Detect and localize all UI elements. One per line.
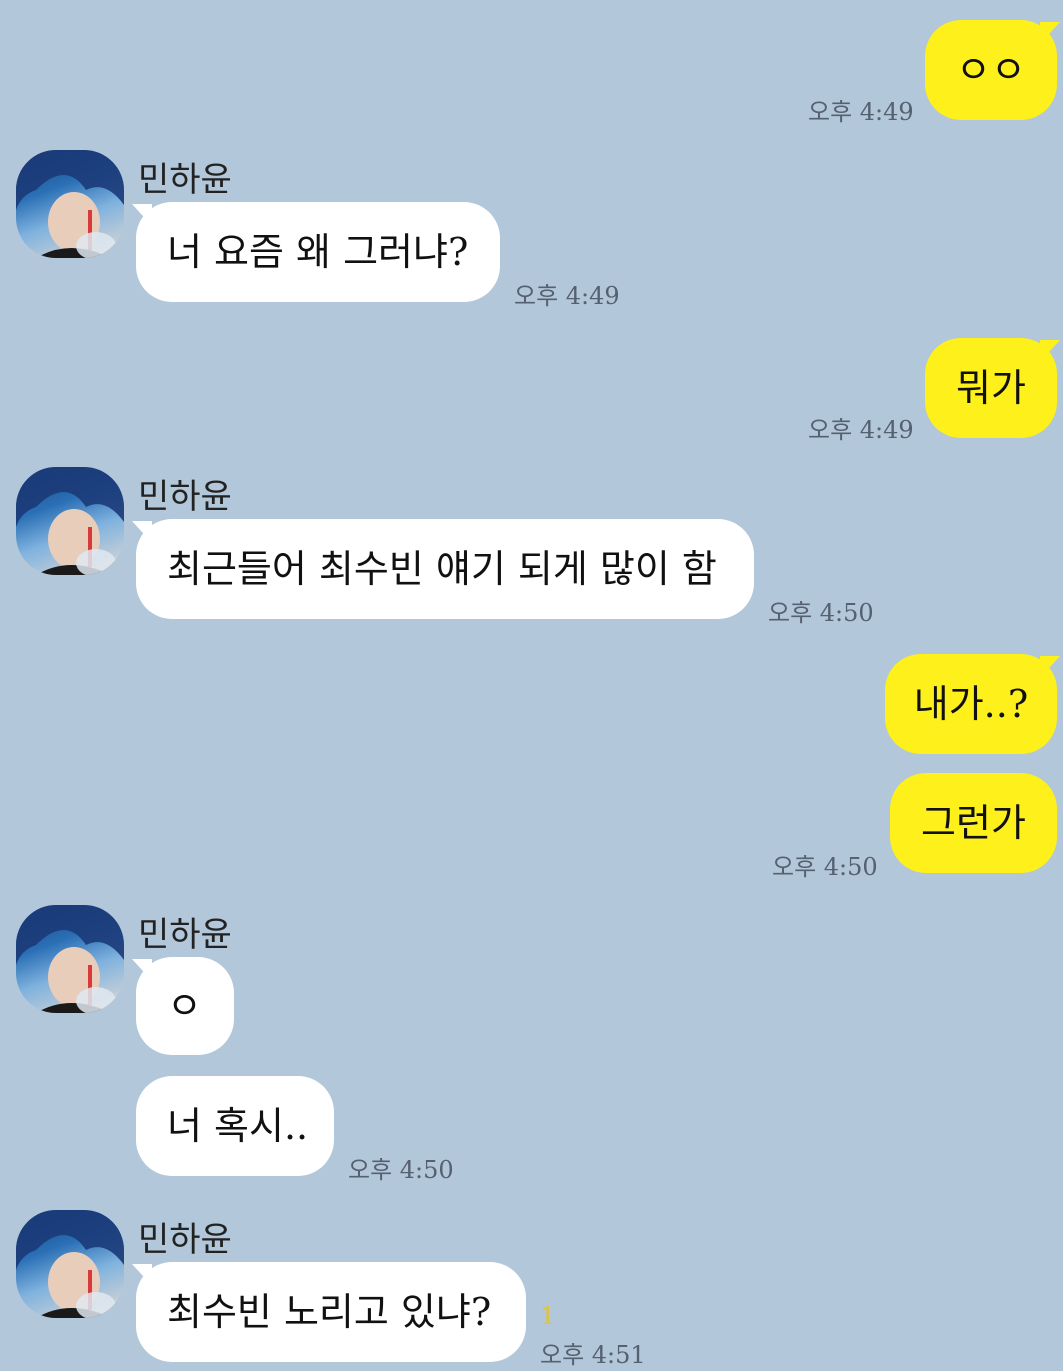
message-timestamp: 오후 4:51 xyxy=(540,1341,646,1369)
profile-photo-icon xyxy=(16,467,124,575)
message-text: 최수빈 노리고 있냐? xyxy=(167,1290,492,1334)
my-message-bubble[interactable]: 그런가 xyxy=(890,773,1057,873)
message-text: 최근들어 최수빈 얘기 되게 많이 함 xyxy=(167,547,717,591)
my-message-bubble[interactable]: 뭐가 xyxy=(925,338,1057,438)
message-timestamp: 오후 4:49 xyxy=(808,416,914,444)
profile-photo-icon xyxy=(16,1210,124,1318)
message-timestamp: 오후 4:50 xyxy=(768,599,874,627)
sender-name: 민하윤 xyxy=(138,1220,232,1260)
my-message-bubble[interactable]: ㅇㅇ xyxy=(925,20,1057,120)
my-message-bubble[interactable]: 내가..? xyxy=(885,654,1057,754)
message-text: 너 혹시.. xyxy=(167,1104,309,1148)
their-message-bubble[interactable]: 너 요즘 왜 그러냐? xyxy=(136,202,500,302)
unread-count: 1 xyxy=(540,1302,556,1330)
message-text: 그런가 xyxy=(921,801,1026,845)
message-text: 너 요즘 왜 그러냐? xyxy=(167,230,469,274)
avatar[interactable] xyxy=(16,150,124,258)
sender-name: 민하윤 xyxy=(138,915,232,955)
message-text: ㅇ xyxy=(167,984,202,1028)
sender-name: 민하윤 xyxy=(138,477,232,517)
profile-photo-icon xyxy=(16,905,124,1013)
profile-photo-icon xyxy=(16,150,124,258)
message-text: 내가..? xyxy=(913,682,1029,726)
their-message-bubble[interactable]: ㅇ xyxy=(136,957,234,1055)
message-text: 뭐가 xyxy=(956,366,1026,410)
their-message-bubble[interactable]: 최근들어 최수빈 얘기 되게 많이 함 xyxy=(136,519,754,619)
their-message-bubble[interactable]: 너 혹시.. xyxy=(136,1076,334,1176)
sender-name: 민하윤 xyxy=(138,160,232,200)
message-text: ㅇㅇ xyxy=(956,48,1026,92)
message-timestamp: 오후 4:49 xyxy=(808,98,914,126)
message-timestamp: 오후 4:50 xyxy=(772,853,878,881)
their-message-bubble[interactable]: 최수빈 노리고 있냐? xyxy=(136,1262,526,1362)
message-timestamp: 오후 4:50 xyxy=(348,1156,454,1184)
message-timestamp: 오후 4:49 xyxy=(514,282,620,310)
avatar[interactable] xyxy=(16,467,124,575)
avatar[interactable] xyxy=(16,905,124,1013)
avatar[interactable] xyxy=(16,1210,124,1318)
